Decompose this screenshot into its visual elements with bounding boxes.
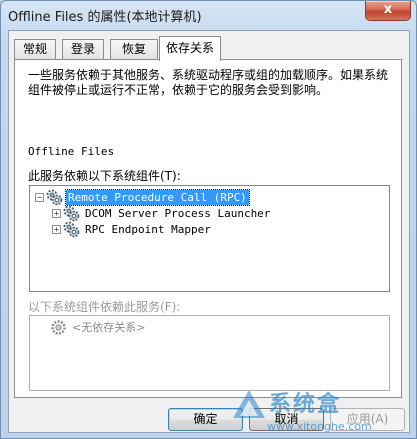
gear-icon	[51, 320, 66, 335]
gear-icon	[63, 221, 80, 238]
dependents-tree: <无依存关系>	[29, 315, 390, 391]
tree-node-label[interactable]: Remote Procedure Call (RPC)	[65, 189, 250, 206]
tab-logon[interactable]: 登录	[62, 39, 104, 60]
tree-node-dcom[interactable]: + DCOM Server Process Launcher	[52, 205, 372, 222]
close-icon: x	[383, 2, 393, 17]
dialog-client-area: 常规 登录 恢复 依存关系 一些服务依赖于其他服务、系统驱动程序或组的加载顺序。…	[8, 30, 410, 433]
tree-node-label[interactable]: DCOM Server Process Launcher	[83, 206, 272, 221]
close-button[interactable]: x	[365, 1, 411, 21]
tab-recovery[interactable]: 恢复	[110, 39, 158, 60]
apply-button[interactable]: 应用(A)	[330, 408, 405, 431]
gear-icon	[63, 205, 80, 222]
cancel-button[interactable]: 取消	[249, 408, 324, 431]
tree-node-no-dependencies: <无依存关系>	[50, 320, 250, 336]
expand-icon[interactable]: +	[52, 209, 61, 218]
ok-button[interactable]: 确定	[168, 408, 243, 431]
dependents-label: 以下系统组件依赖此服务(F):	[28, 300, 181, 314]
tree-node-label[interactable]: RPC Endpoint Mapper	[83, 222, 213, 237]
tree-node-rpc[interactable]: − Remote Procedure Call (RPC)	[35, 189, 375, 206]
gear-icon	[46, 189, 63, 206]
depends-on-tree[interactable]: − Remote Procedure Call (RPC) + DCOM Ser…	[29, 185, 390, 292]
tree-node-label: <无依存关系>	[72, 321, 146, 334]
tab-dependencies[interactable]: 依存关系	[159, 36, 221, 61]
tab-general[interactable]: 常规	[14, 39, 56, 60]
dependencies-description: 一些服务依赖于其他服务、系统驱动程序或组的加载顺序。如果系统组件被停止或运行不正…	[28, 68, 389, 97]
collapse-icon[interactable]: −	[35, 193, 44, 202]
expand-icon[interactable]: +	[52, 225, 61, 234]
depends-on-label: 此服务依赖以下系统组件(T):	[28, 169, 181, 183]
service-name: Offline Files	[28, 145, 115, 158]
tree-node-rpc-endpoint-mapper[interactable]: + RPC Endpoint Mapper	[52, 221, 372, 238]
window-title: Offline Files 的属性(本地计算机)	[8, 10, 202, 25]
dependencies-panel: 一些服务依赖于其他服务、系统驱动程序或组的加载顺序。如果系统组件被停止或运行不正…	[14, 59, 402, 398]
properties-window: Offline Files 的属性(本地计算机) x 常规 登录 恢复 依存关系…	[0, 0, 417, 439]
title-bar[interactable]: Offline Files 的属性(本地计算机) x	[1, 1, 416, 29]
